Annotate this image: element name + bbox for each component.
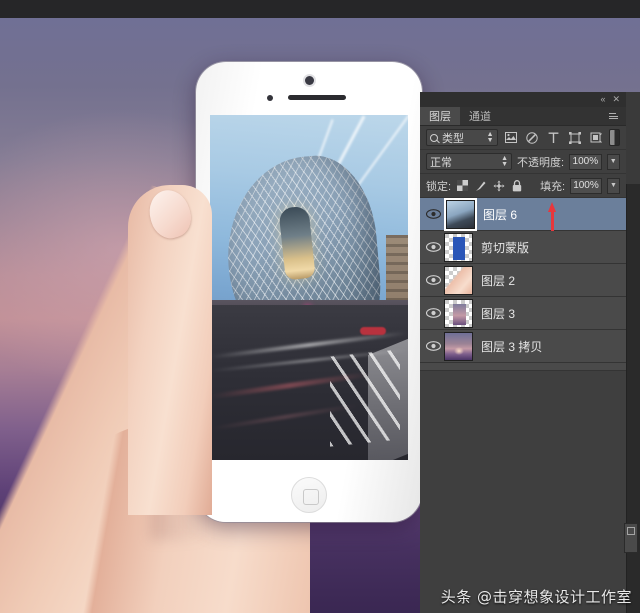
eye-icon[interactable] — [422, 242, 444, 252]
shape-layer-filter-icon[interactable] — [567, 130, 583, 146]
pixel-layer-filter-icon[interactable] — [503, 130, 519, 146]
layer-name-1: 剪切蒙版 — [481, 240, 530, 255]
tab-channels-label: 通道 — [469, 111, 491, 123]
eye-icon[interactable] — [422, 275, 444, 285]
eye-icon[interactable] — [422, 341, 444, 351]
blend-mode-value: 正常 — [430, 156, 452, 169]
tab-channels[interactable]: 通道 — [460, 107, 500, 125]
blend-mode-row: 正常 ▲ ▼ 不透明度: 100% ▼ — [420, 150, 626, 174]
eye-icon[interactable] — [422, 209, 444, 219]
panel-menu-icon[interactable] — [609, 110, 621, 122]
road-markings — [330, 349, 400, 447]
layers-list-filler — [420, 363, 626, 371]
opacity-label: 不透明度: — [517, 156, 565, 169]
lock-image-pixels-icon[interactable] — [474, 179, 487, 193]
lock-row: 锁定: 填充: 100% ▼ — [420, 174, 626, 198]
opacity-chevron-down-icon[interactable]: ▼ — [606, 153, 620, 170]
layer-thumbnail-2 — [444, 265, 473, 295]
top-dark-bar — [0, 0, 640, 18]
opacity-value[interactable]: 100% — [569, 153, 602, 170]
smart-object-filter-icon[interactable] — [588, 130, 604, 146]
layer-thumbnail-1 — [444, 232, 473, 262]
layer-row-2[interactable]: 图层 2 — [420, 264, 626, 297]
fill-chevron-down-icon[interactable]: ▼ — [606, 177, 620, 194]
lock-all-icon[interactable] — [510, 179, 523, 193]
layer-row-0[interactable]: 图层 6 — [420, 198, 626, 241]
phone-earpiece-icon — [288, 95, 346, 100]
phone-mockup — [196, 62, 422, 522]
adjustment-layer-filter-icon[interactable] — [524, 130, 540, 146]
collapse-double-arrow-icon[interactable]: « — [600, 95, 605, 104]
layers-list: 图层 6 剪切蒙版 图层 2 图层 3 图层 3 拷贝 — [420, 198, 626, 371]
red-car-blur — [360, 327, 386, 335]
filter-enable-toggle[interactable] — [609, 129, 620, 146]
panel-tabs: 图层 通道 — [420, 107, 626, 126]
layer-row-4[interactable]: 图层 3 拷贝 — [420, 330, 626, 363]
layer-thumbnail-0 — [446, 199, 475, 229]
layers-panel-body: « ✕ 图层 通道 类型 ▲ ▼ 正常 ▲ ▼ 不透明度: 100% ▼ 锁定:… — [420, 92, 626, 613]
fill-value[interactable]: 100% — [570, 177, 602, 194]
home-button-icon — [291, 477, 327, 513]
screenshot-root: « ✕ 图层 通道 类型 ▲ ▼ 正常 ▲ ▼ 不透明度: 100% ▼ 锁定:… — [0, 0, 640, 613]
phone-front-camera-icon — [305, 76, 314, 85]
layer-row-3[interactable]: 图层 3 — [420, 297, 626, 330]
chevron-updown-icon: ▲ ▼ — [486, 130, 494, 144]
tab-layers[interactable]: 图层 — [420, 107, 460, 125]
lock-transparent-pixels-icon[interactable] — [456, 179, 469, 193]
filter-type-select[interactable]: 类型 ▲ ▼ — [426, 129, 498, 146]
filter-type-label: 类型 — [442, 132, 464, 145]
blend-mode-select[interactable]: 正常 ▲ ▼ — [426, 153, 513, 170]
eye-icon[interactable] — [422, 308, 444, 318]
panel-titlebar: « ✕ — [420, 92, 626, 107]
layer-name-4: 图层 3 拷贝 — [481, 339, 543, 354]
phone-sensor-icon — [267, 95, 273, 101]
layer-thumbnail-3 — [444, 298, 473, 328]
close-icon[interactable]: ✕ — [612, 95, 620, 104]
layer-name-0: 图层 6 — [483, 207, 518, 222]
chevron-updown-icon: ▲ ▼ — [501, 154, 509, 168]
type-layer-filter-icon[interactable] — [545, 130, 561, 146]
filter-row: 类型 ▲ ▼ — [420, 126, 626, 150]
tab-layers-label: 图层 — [429, 111, 451, 123]
collapsed-panel-icon[interactable] — [624, 523, 638, 553]
layer-thumbnail-4 — [444, 331, 473, 361]
lock-label: 锁定: — [426, 180, 452, 193]
layer-row-1[interactable]: 剪切蒙版 — [420, 231, 626, 264]
fill-label: 填充: — [540, 180, 566, 193]
layer-name-3: 图层 3 — [481, 306, 516, 321]
layers-panel: « ✕ 图层 通道 类型 ▲ ▼ 正常 ▲ ▼ 不透明度: 100% ▼ 锁定:… — [420, 92, 640, 613]
phone-screen — [210, 115, 408, 460]
lock-position-icon[interactable] — [492, 179, 505, 193]
search-icon — [430, 133, 438, 142]
watermark-text: 头条 @击穿想象设计工作室 — [440, 588, 632, 606]
layer-name-2: 图层 2 — [481, 273, 516, 288]
